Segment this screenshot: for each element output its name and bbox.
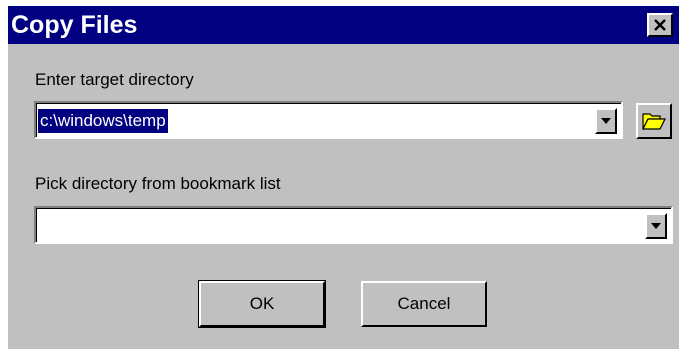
target-directory-input[interactable]: c:\windows\temp	[38, 109, 168, 133]
cancel-button[interactable]: Cancel	[361, 281, 487, 327]
browse-folder-button[interactable]	[636, 103, 672, 139]
close-button[interactable]	[647, 13, 673, 37]
window-title: Copy Files	[11, 11, 138, 39]
copy-files-dialog: Copy Files Enter target directory c:\win…	[8, 6, 679, 349]
target-dropdown-button[interactable]	[595, 108, 617, 134]
bookmark-combobox[interactable]	[34, 206, 673, 244]
target-directory-combobox[interactable]: c:\windows\temp	[34, 101, 623, 139]
bookmark-input[interactable]	[38, 214, 42, 238]
target-directory-label: Enter target directory	[35, 70, 194, 89]
title-bar[interactable]: Copy Files	[8, 6, 679, 44]
bookmark-list-label: Pick directory from bookmark list	[35, 174, 281, 193]
bookmark-dropdown-button[interactable]	[645, 213, 667, 239]
ok-button[interactable]: OK	[198, 280, 326, 328]
